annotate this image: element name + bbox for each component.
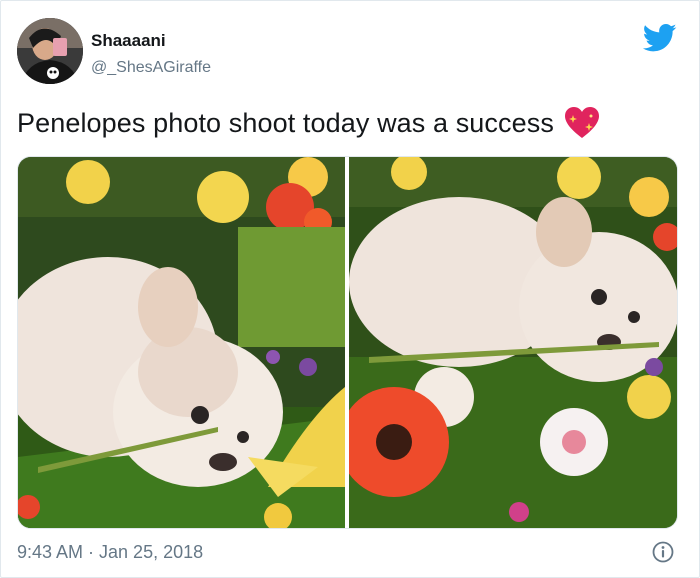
display-name[interactable]: Shaaaani [91, 31, 166, 51]
tweet-text-content: Penelopes photo shoot today was a succes… [17, 107, 554, 138]
tweet-timestamp[interactable]: 9:43 AM · Jan 25, 2018 [17, 542, 203, 563]
tweet-text: Penelopes photo shoot today was a succes… [17, 106, 600, 140]
photo-1[interactable] [18, 157, 345, 528]
avatar[interactable] [17, 18, 83, 84]
user-handle[interactable]: @_ShesAGiraffe [91, 59, 211, 77]
photo-2[interactable] [349, 157, 677, 528]
info-icon[interactable] [652, 541, 674, 563]
tweet-card[interactable]: Shaaaani @_ShesAGiraffe Penelopes photo … [0, 0, 700, 578]
twitter-bird-icon[interactable] [642, 23, 677, 53]
sparkling-heart-icon [564, 106, 600, 140]
media-grid [17, 156, 678, 529]
